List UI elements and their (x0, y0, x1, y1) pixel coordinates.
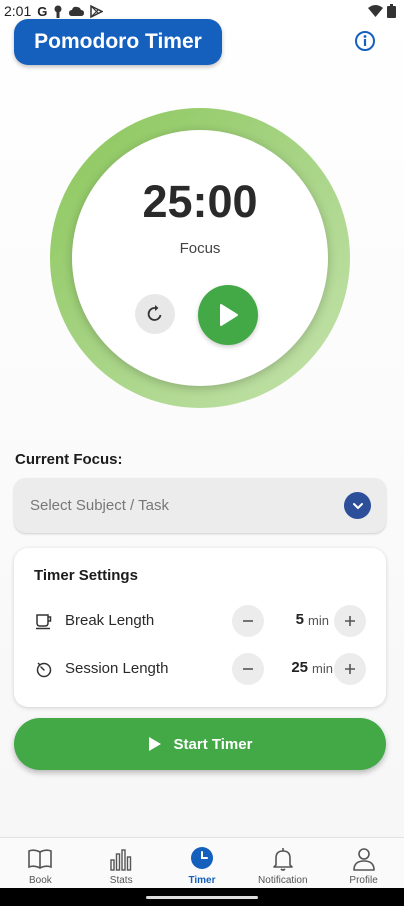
plus-icon (345, 616, 355, 626)
nav-label-stats: Stats (109, 875, 133, 886)
clock-icon (190, 847, 213, 869)
reset-icon (147, 305, 162, 321)
chevron-down-icon (352, 502, 363, 509)
timer-settings-card: Timer Settings Break Length 5 min Sessio… (14, 548, 386, 707)
gesture-handle[interactable] (146, 896, 258, 899)
play-icon (148, 737, 161, 751)
bar-chart-icon (110, 849, 132, 871)
wifi-icon (368, 5, 383, 17)
gesture-navigation-bar (0, 888, 404, 906)
nav-label-timer: Timer (188, 875, 216, 886)
nav-item-book[interactable]: Book (0, 838, 81, 889)
session-increase-button[interactable] (334, 653, 366, 685)
play-icon (220, 304, 238, 326)
focus-select[interactable]: Select Subject / Task (14, 478, 386, 533)
minus-icon (243, 668, 253, 670)
break-length-label: Break Length (65, 612, 155, 629)
person-icon (352, 848, 375, 871)
session-length-label: Session Length (65, 660, 169, 677)
focus-select-placeholder: Select Subject / Task (30, 497, 169, 514)
focus-dropdown-button[interactable] (344, 492, 371, 519)
stopwatch-icon (36, 662, 52, 678)
current-focus-label: Current Focus: (15, 451, 123, 468)
session-decrease-button[interactable] (232, 653, 264, 685)
nav-label-book: Book (29, 875, 52, 886)
info-icon (355, 31, 375, 51)
bottom-nav: Book Stats Timer Notification Profile (0, 837, 404, 888)
info-button[interactable] (354, 30, 376, 52)
bell-icon (272, 848, 293, 871)
nav-item-notification[interactable]: Notification (242, 838, 323, 889)
nav-item-stats[interactable]: Stats (81, 838, 162, 889)
session-length-unit: min (312, 661, 333, 676)
session-length-row: Session Length 25 min (14, 652, 386, 686)
play-button[interactable] (198, 285, 258, 345)
break-decrease-button[interactable] (232, 605, 264, 637)
nav-item-profile[interactable]: Profile (323, 838, 404, 889)
person-pin-icon (54, 5, 62, 18)
google-icon: G (37, 3, 48, 19)
nav-label-profile: Profile (349, 875, 378, 886)
break-length-unit: min (308, 613, 329, 628)
timer-dial (72, 130, 328, 386)
timer-mode: Focus (179, 240, 221, 257)
reset-button[interactable] (135, 294, 175, 334)
cloud-icon (69, 6, 85, 16)
break-length-value: 5 (295, 611, 304, 628)
session-length-value: 25 (291, 659, 308, 676)
battery-icon (387, 4, 396, 18)
status-time: 2:01 (4, 3, 32, 19)
timer-settings-title: Timer Settings (34, 567, 138, 584)
timer-time: 25:00 (142, 176, 258, 227)
break-increase-button[interactable] (334, 605, 366, 637)
minus-icon (243, 620, 253, 622)
start-timer-label: Start Timer (173, 735, 253, 753)
break-length-row: Break Length 5 min (14, 604, 386, 638)
start-timer-button[interactable]: Start Timer (14, 718, 386, 770)
play-store-icon (90, 4, 104, 18)
app-title: Pomodoro Timer (14, 19, 222, 65)
nav-label-notification: Notification (258, 875, 308, 886)
coffee-cup-icon (36, 614, 52, 630)
nav-item-timer[interactable]: Timer (162, 838, 243, 889)
plus-icon (345, 664, 355, 674)
book-icon (28, 849, 53, 869)
